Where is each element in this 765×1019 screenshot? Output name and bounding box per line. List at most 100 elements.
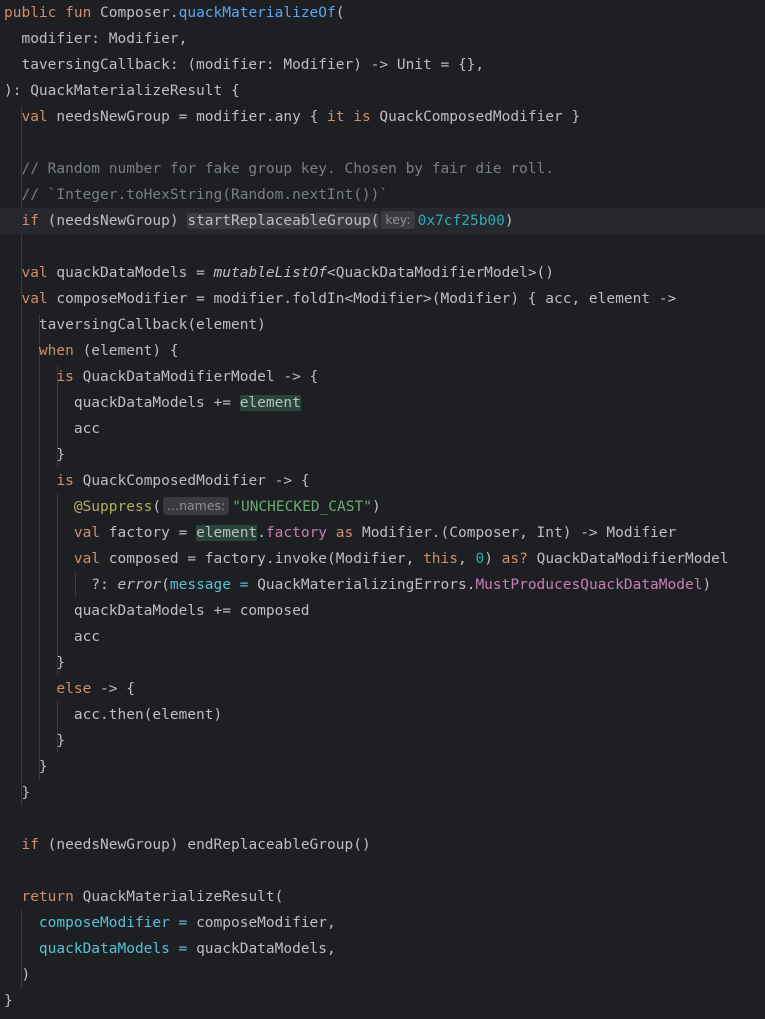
code-token: it	[327, 109, 345, 125]
code-line[interactable]: composeModifier = composeModifier,	[0, 910, 336, 936]
code-token: this	[423, 551, 458, 567]
code-token: element	[239, 395, 301, 411]
code-line[interactable]: ?: error(message = QuackMaterializingErr…	[0, 572, 711, 598]
code-token: modifier: Modifier,	[4, 31, 188, 47]
code-line[interactable]: quackDataModels = quackDataModels,	[0, 936, 336, 962]
code-line[interactable]: acc	[0, 624, 100, 650]
code-line[interactable]: }	[0, 728, 65, 754]
code-line[interactable]: is QuackComposedModifier -> {	[0, 468, 310, 494]
code-token: QuackComposedModifier -> {	[73, 473, 310, 489]
code-token: ?:	[4, 577, 118, 593]
code-line[interactable]: is QuackDataModifierModel -> {	[0, 364, 318, 390]
code-line[interactable]	[0, 858, 4, 884]
code-line[interactable]: quackDataModels += element	[0, 390, 301, 416]
code-token: startReplaceableGroup(	[187, 213, 380, 229]
code-token: }	[4, 447, 66, 463]
code-line[interactable]: taversingCallback: (modifier: Modifier) …	[0, 52, 484, 78]
code-token: mutableListOf	[213, 265, 328, 281]
code-line[interactable]: }	[0, 988, 13, 1014]
inlay-hint: key:	[381, 211, 415, 229]
code-token: 0x7cf25b00	[417, 213, 505, 229]
code-line[interactable]: }	[0, 780, 30, 806]
code-line[interactable]: acc.then(element)	[0, 702, 222, 728]
code-token: (needsNewGroup) endReplaceableGroup()	[38, 837, 371, 853]
code-token: (	[335, 5, 345, 21]
code-token: QuackComposedModifier }	[370, 109, 581, 125]
code-token: ,	[457, 551, 476, 567]
code-token: composeModifier = modifier.foldIn<Modifi…	[47, 291, 677, 307]
code-token: QuackMaterializeResult(	[73, 889, 284, 905]
code-line[interactable]: }	[0, 442, 65, 468]
code-line[interactable]: when (element) {	[0, 338, 179, 364]
code-token: )	[484, 551, 502, 567]
code-line[interactable]: ): QuackMaterializeResult {	[0, 78, 240, 104]
code-line[interactable]: acc	[0, 416, 100, 442]
code-token: (	[152, 499, 162, 515]
code-token: }	[4, 785, 31, 801]
inlay-hint: ...names:	[163, 497, 230, 515]
code-line[interactable]: // Random number for fake group key. Cho…	[0, 156, 554, 182]
code-token: (needsNewGroup)	[38, 213, 188, 229]
code-line[interactable]: // `Integer.toHexString(Random.nextInt()…	[0, 182, 388, 208]
code-editor[interactable]: public fun Composer.quackMaterializeOf( …	[0, 0, 765, 1019]
code-token: quackMaterializeOf	[178, 5, 336, 21]
code-token: ): QuackMaterializeResult {	[4, 83, 240, 99]
code-token: )	[371, 499, 381, 515]
code-line[interactable]: val composed = factory.invoke(Modifier, …	[0, 546, 729, 572]
code-token: is	[353, 109, 371, 125]
code-token: }	[4, 655, 66, 671]
code-token: message =	[169, 577, 258, 593]
code-token: acc	[4, 629, 101, 645]
code-token: else	[56, 681, 92, 697]
code-line[interactable]: modifier: Modifier,	[0, 26, 187, 52]
code-token: when	[38, 343, 74, 359]
code-line[interactable]: if (needsNewGroup) endReplaceableGroup()	[0, 832, 371, 858]
code-line[interactable]: quackDataModels += composed	[0, 598, 310, 624]
code-token: quackDataModels +=	[4, 395, 240, 411]
code-token: acc	[4, 421, 101, 437]
code-line[interactable]: val factory = element.factory as Modifie…	[0, 520, 676, 546]
code-line[interactable]: val composeModifier = modifier.foldIn<Mo…	[0, 286, 676, 312]
code-token: Composer.	[100, 5, 179, 21]
code-token: val	[73, 551, 101, 567]
code-line[interactable]: )	[0, 962, 30, 988]
code-token: )	[504, 213, 514, 229]
code-token: val	[21, 265, 48, 281]
code-token: quackDataModels += composed	[4, 603, 310, 619]
code-token: if	[21, 213, 39, 229]
code-line[interactable]: }	[0, 650, 65, 676]
code-line[interactable]: }	[0, 754, 48, 780]
code-line[interactable]	[0, 130, 4, 156]
code-line[interactable]	[0, 806, 4, 832]
code-line[interactable]: val quackDataModels = mutableListOf<Quac…	[0, 260, 554, 286]
current-code-line[interactable]: if (needsNewGroup) startReplaceableGroup…	[0, 208, 765, 234]
code-line[interactable]: val needsNewGroup = modifier.any { it is…	[0, 104, 580, 130]
code-token: factory	[265, 525, 328, 541]
code-line[interactable]	[0, 234, 4, 260]
code-line[interactable]: @Suppress(...names: "UNCHECKED_CAST")	[0, 494, 381, 520]
code-token: taversingCallback(element)	[4, 317, 266, 333]
code-token: <QuackDataModifierModel>()	[327, 265, 555, 281]
code-token: "UNCHECKED_CAST"	[232, 499, 372, 515]
code-token: }	[4, 759, 48, 775]
code-token: // Random number for fake group key. Cho…	[4, 161, 554, 177]
code-token: as	[335, 525, 354, 541]
code-token: val	[73, 525, 101, 541]
code-line[interactable]: public fun Composer.quackMaterializeOf(	[0, 0, 344, 26]
code-token: (element) {	[73, 343, 179, 359]
code-line[interactable]: return QuackMaterializeResult(	[0, 884, 283, 910]
code-line[interactable]: taversingCallback(element)	[0, 312, 266, 338]
code-token: needsNewGroup = modifier.any {	[47, 109, 328, 125]
code-line[interactable]: else -> {	[0, 676, 135, 702]
